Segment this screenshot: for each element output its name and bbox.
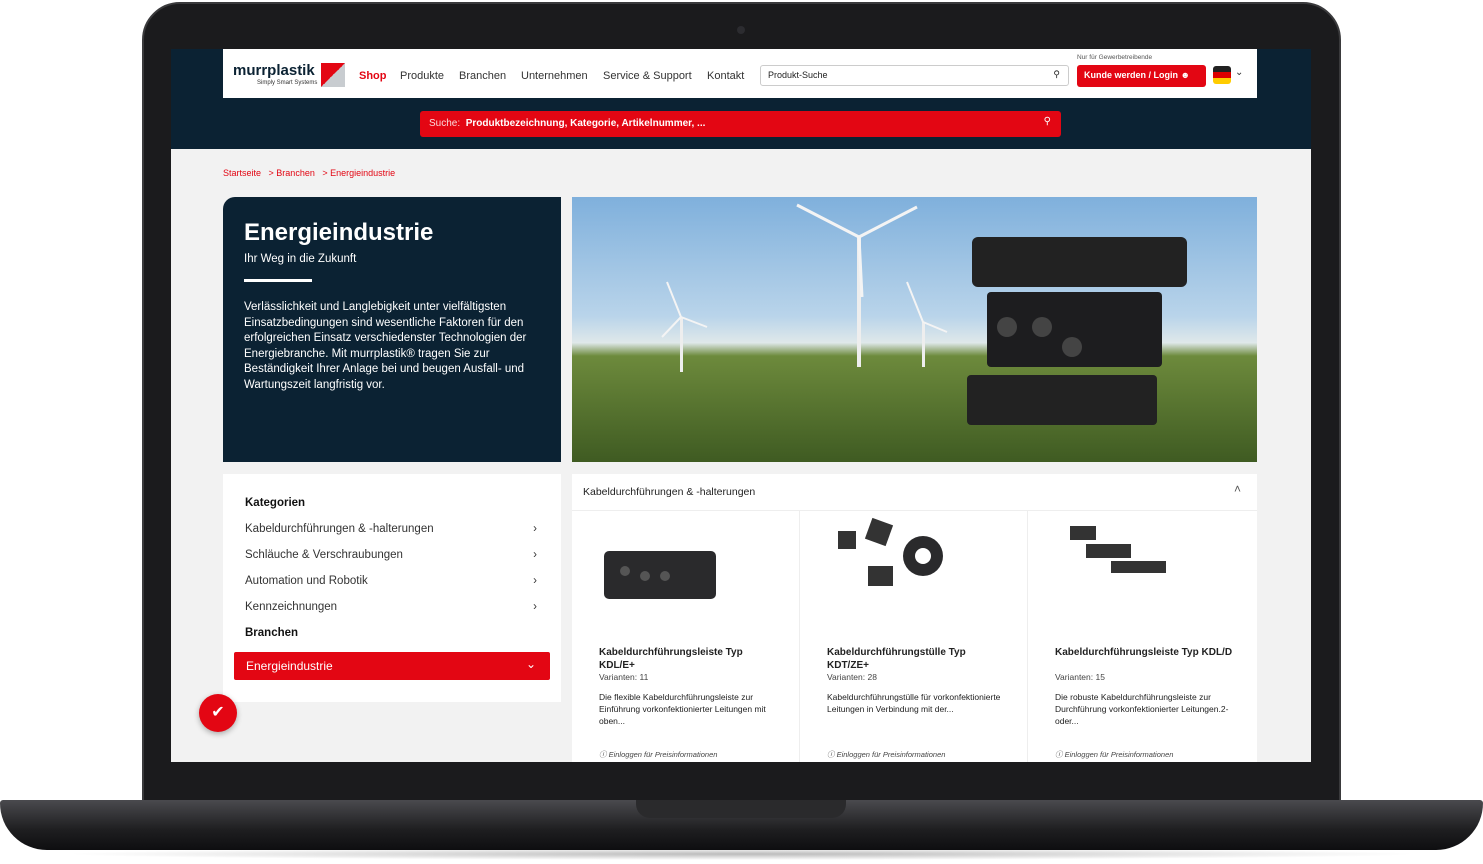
product-title[interactable]: Kabeldurchführungsleiste Typ KDL/E+ bbox=[599, 646, 779, 672]
chevron-up-icon[interactable]: ˄ bbox=[1234, 482, 1241, 496]
product-panel: Kabeldurchführungen & -halterungen ˄ Kab… bbox=[572, 474, 1257, 762]
camera bbox=[737, 26, 745, 34]
chevron-down-icon: ⌄ bbox=[525, 657, 536, 671]
product-card[interactable]: Kabeldurchführungsleiste Typ KDL/E+ Vari… bbox=[572, 511, 800, 762]
hero-card: Energieindustrie Ihr Weg in die Zukunft … bbox=[223, 197, 561, 462]
privacy-shield-button[interactable]: ✔ bbox=[199, 694, 237, 732]
website-screen: murrplastik Simply Smart Systems Shop Pr… bbox=[171, 49, 1311, 762]
product-card[interactable]: Kabeldurchführungsleiste Typ KDL/D Varia… bbox=[1028, 511, 1256, 762]
product-title[interactable]: Kabeldurchführungstülle Typ KDT/ZE+ bbox=[827, 646, 1007, 672]
logo[interactable]: murrplastik bbox=[233, 62, 315, 79]
search-bar-placeholder: Produktbezeichnung, Kategorie, Artikelnu… bbox=[465, 118, 706, 129]
chevron-right-icon: › bbox=[533, 549, 537, 561]
product-image bbox=[838, 517, 943, 586]
chevron-right-icon: › bbox=[533, 601, 537, 613]
item-label: Automation und Robotik bbox=[245, 575, 368, 587]
breadcrumb: Startseite > Branchen > Energieindustrie bbox=[223, 168, 395, 178]
product-variants: Varianten: 28 bbox=[827, 672, 877, 682]
page-title: Energieindustrie bbox=[244, 219, 434, 246]
wind-turbines-product-image bbox=[661, 203, 1187, 425]
nav-produkte[interactable]: Produkte bbox=[400, 70, 444, 82]
product-search-input[interactable]: Produkt-Suche ⚲ bbox=[760, 65, 1069, 86]
hero-image bbox=[572, 197, 1257, 462]
panel-header[interactable]: Kabeldurchführungen & -halterungen bbox=[583, 486, 755, 498]
product-title[interactable]: Kabeldurchführungsleiste Typ KDL/D bbox=[1055, 646, 1235, 659]
product-image bbox=[604, 551, 716, 599]
item-label: Kabeldurchführungen & -halterungen bbox=[245, 523, 434, 535]
search-placeholder: Produkt-Suche bbox=[768, 70, 828, 80]
search-icon[interactable]: ⚲ bbox=[1053, 69, 1060, 80]
gewerbe-note: Nur für Gewerbetreibende bbox=[1077, 54, 1153, 61]
chevron-down-icon[interactable]: ⌄ bbox=[1235, 67, 1243, 78]
crumb-startseite[interactable]: Startseite bbox=[223, 168, 261, 178]
product-card[interactable]: Kabeldurchführungstülle Typ KDT/ZE+ Vari… bbox=[800, 511, 1028, 762]
product-variants: Varianten: 11 bbox=[599, 672, 649, 682]
sidebar-item-schlaeuche[interactable]: Schläuche & Verschraubungen › bbox=[245, 549, 537, 561]
hero-text: Verlässlichkeit und Langlebigkeit unter … bbox=[244, 301, 527, 391]
product-desc: Die robuste Kabeldurchführungsleiste zur… bbox=[1055, 692, 1229, 726]
sidebar-item-automation[interactable]: Automation und Robotik › bbox=[245, 575, 537, 587]
nav-unternehmen[interactable]: Unternehmen bbox=[521, 70, 588, 82]
product-desc: Kabeldurchführungstülle für vorkonfektio… bbox=[827, 692, 1001, 714]
login-label: Kunde werden / Login bbox=[1084, 70, 1178, 80]
chevron-right-icon: › bbox=[533, 575, 537, 587]
info-icon: ⓘ bbox=[1055, 750, 1063, 759]
hero-subtitle: Ihr Weg in die Zukunft bbox=[244, 253, 357, 265]
logo-tagline: Simply Smart Systems bbox=[257, 80, 318, 86]
price-text: Einloggen für Preisinformationen bbox=[608, 750, 718, 759]
crumb-current[interactable]: > Energieindustrie bbox=[322, 168, 395, 178]
logo-mark-icon bbox=[321, 63, 345, 87]
branchen-heading: Branchen bbox=[245, 627, 299, 639]
sidebar-item-kabeldurchfuehrungen[interactable]: Kabeldurchführungen & -halterungen › bbox=[245, 523, 537, 535]
info-icon: ⓘ bbox=[827, 750, 835, 759]
price-info: ⓘ Einloggen für Preisinformationen bbox=[599, 749, 717, 760]
price-info: ⓘ Einloggen für Preisinformationen bbox=[1055, 749, 1173, 760]
price-text: Einloggen für Preisinformationen bbox=[836, 750, 946, 759]
price-info: ⓘ Einloggen für Preisinformationen bbox=[827, 749, 945, 760]
chevron-right-icon: › bbox=[533, 523, 537, 535]
shield-check-icon: ✔ bbox=[211, 704, 225, 721]
kategorien-heading: Kategorien bbox=[245, 497, 306, 509]
crumb-branchen[interactable]: > Branchen bbox=[269, 168, 315, 178]
price-text: Einloggen für Preisinformationen bbox=[1064, 750, 1174, 759]
info-icon: ⓘ bbox=[599, 750, 607, 759]
search-label: Suche: bbox=[429, 118, 461, 129]
nav-kontakt[interactable]: Kontakt bbox=[707, 70, 744, 82]
nav-service[interactable]: Service & Support bbox=[603, 70, 692, 82]
login-button[interactable]: Kunde werden / Login ☻ bbox=[1077, 65, 1206, 87]
sidebar: Kategorien Kabeldurchführungen & -halter… bbox=[223, 474, 561, 702]
product-variants: Varianten: 15 bbox=[1055, 672, 1105, 682]
product-desc: Die flexible Kabeldurchführungsleiste zu… bbox=[599, 692, 766, 726]
item-label: Energieindustrie bbox=[246, 659, 333, 673]
nav-branchen[interactable]: Branchen bbox=[459, 70, 506, 82]
divider bbox=[244, 279, 312, 282]
sidebar-item-energieindustrie[interactable]: Energieindustrie ⌄ bbox=[234, 652, 550, 680]
german-flag-icon[interactable] bbox=[1213, 66, 1231, 84]
nav-shop[interactable]: Shop bbox=[359, 70, 387, 82]
item-label: Schläuche & Verschraubungen bbox=[245, 549, 403, 561]
sidebar-item-kennzeichnungen[interactable]: Kennzeichnungen › bbox=[245, 601, 537, 613]
main-nav: murrplastik Simply Smart Systems Shop Pr… bbox=[223, 49, 1257, 98]
search-bar[interactable]: Suche: Produktbezeichnung, Kategorie, Ar… bbox=[420, 111, 1061, 137]
item-label: Kennzeichnungen bbox=[245, 601, 338, 613]
user-icon: ☻ bbox=[1180, 70, 1190, 80]
search-icon[interactable]: ⚲ bbox=[1044, 116, 1051, 127]
product-image bbox=[1070, 526, 1166, 573]
laptop-notch bbox=[636, 800, 846, 818]
